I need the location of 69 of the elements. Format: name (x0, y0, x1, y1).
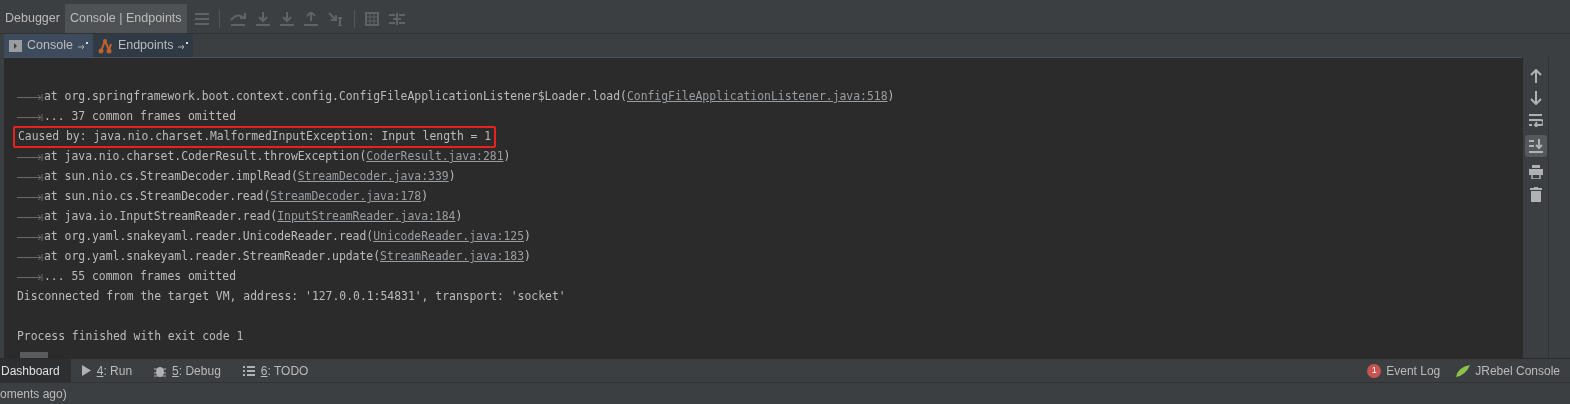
graph-icon (97, 37, 113, 54)
tab-marker-icon (17, 192, 43, 202)
console-text: at org.yaml.snakeyaml.reader.UnicodeReader.read( (44, 228, 374, 246)
step-into-icon[interactable] (255, 11, 270, 26)
play-icon (81, 365, 91, 376)
source-link[interactable]: StreamDecoder.java:178 (270, 188, 422, 206)
tool-window-button[interactable]: Dashboard (0, 359, 71, 382)
tab-marker-icon (17, 232, 43, 242)
tool-window-button[interactable]: 4: Run (70, 359, 144, 382)
console-text: Process finished with exit code 1 (17, 328, 244, 346)
tool-window-button[interactable]: 6: TODO (231, 359, 320, 382)
source-link[interactable]: ConfigFileApplicationListener.java:518 (626, 88, 888, 106)
trash-icon[interactable] (1529, 187, 1542, 202)
tab-marker-icon (17, 272, 43, 282)
console-text: ) (887, 88, 895, 106)
tool-window-button[interactable]: JRebel Console (1456, 361, 1560, 380)
tab-marker-icon (17, 92, 43, 102)
tab[interactable]: Console (4, 34, 93, 57)
leaf-icon (1456, 364, 1471, 377)
source-link[interactable]: StreamDecoder.java:339 (297, 168, 449, 186)
list-icon (242, 365, 255, 376)
soft-wrap-icon[interactable] (1528, 113, 1543, 127)
down-arrow-icon[interactable] (1529, 91, 1542, 105)
tab-marker-icon (17, 212, 43, 222)
menu-icon[interactable] (194, 12, 209, 25)
console-text: ) (524, 248, 531, 266)
pin-icon[interactable] (178, 41, 189, 50)
tab[interactable]: Endpoints (92, 34, 194, 57)
console-text: at sun.nio.cs.StreamDecoder.read( (44, 188, 271, 206)
pin-icon[interactable] (77, 41, 88, 50)
run-to-cursor-icon[interactable] (327, 11, 344, 26)
source-link[interactable]: InputStreamReader.java:184 (277, 208, 456, 226)
source-link[interactable]: CoderResult.java:281 (366, 148, 504, 166)
notification-badge: 1 (1367, 363, 1382, 378)
console-text: ) (503, 148, 511, 166)
console-text: ) (524, 228, 531, 246)
console-text: at java.nio.charset.CoderResult.throwException( (44, 148, 367, 166)
console-text: ) (421, 188, 429, 206)
source-link[interactable]: StreamReader.java:183 (380, 248, 525, 266)
console-text: Disconnected from the target VM, address: '127.0.0.1:54831', transport: 'socket' (17, 288, 566, 306)
console-text: Caused by: java.nio.charset.MalformedInputException: Input length = 1 (13, 126, 497, 148)
console-text: ... 37 common frames omitted (44, 108, 237, 126)
force-step-into-icon[interactable] (279, 11, 294, 26)
source-link[interactable]: UnicodeReader.java:125 (373, 228, 525, 246)
console-text: at sun.nio.cs.StreamDecoder.implRead( (44, 168, 298, 186)
calculator-icon[interactable] (364, 11, 379, 26)
up-arrow-icon[interactable] (1529, 69, 1542, 83)
tool-window-button[interactable]: 1 Event Log (1367, 361, 1441, 380)
console-text: ) (455, 208, 463, 226)
scrollbar-thumb[interactable] (20, 352, 48, 358)
console-text: at java.io.InputStreamReader.read( (44, 208, 278, 226)
tab-marker-icon (17, 172, 43, 182)
tab-marker-icon (17, 112, 43, 122)
tab-marker-icon (17, 152, 43, 162)
bug-icon (154, 364, 167, 377)
console-text: ... 55 common frames omitted (44, 268, 237, 286)
console-icon (9, 39, 22, 52)
console-text: at org.yaml.snakeyaml.reader.StreamReader.update( (44, 248, 381, 266)
step-over-icon[interactable] (229, 11, 246, 26)
status-text: oments ago) (0, 385, 67, 403)
console-text: at org.springframework.boot.context.config.ConfigFileApplicationListener$Loader.load( (44, 88, 627, 106)
tab[interactable]: Console | Endpoints (64, 4, 187, 33)
step-out-icon[interactable] (303, 11, 318, 26)
tool-window-button[interactable]: 5: Debug (143, 359, 232, 382)
console-text: ) (448, 168, 456, 186)
tab-marker-icon (17, 252, 43, 262)
printer-icon[interactable] (1528, 165, 1543, 179)
scroll-to-end-button[interactable] (1524, 135, 1547, 157)
trace-icon[interactable] (388, 11, 405, 26)
